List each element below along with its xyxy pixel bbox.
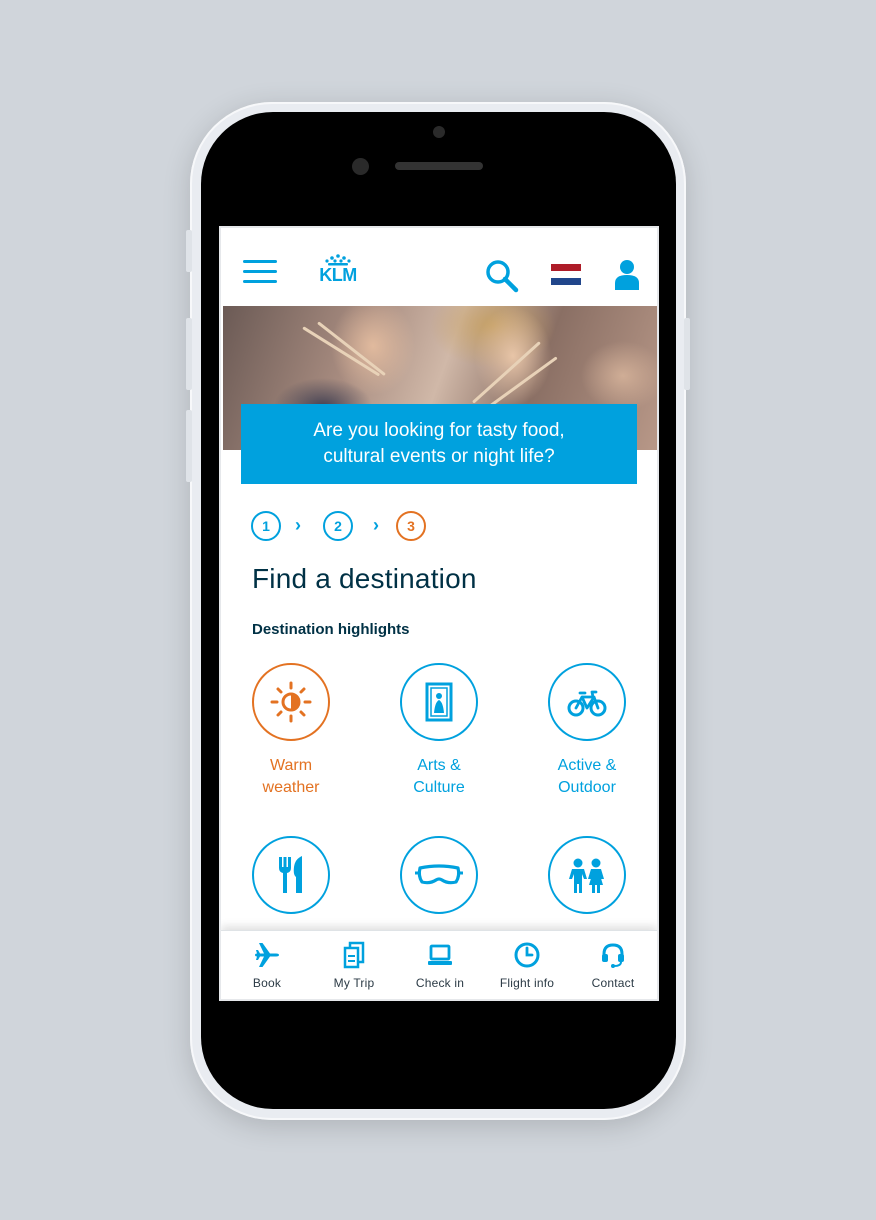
search-icon bbox=[486, 260, 519, 293]
highlight-family[interactable] bbox=[522, 836, 652, 914]
chopstick bbox=[487, 356, 558, 409]
highlight-arts-culture[interactable]: Arts & Culture bbox=[374, 663, 504, 799]
highlight-icon-circle bbox=[400, 663, 478, 741]
highlight-label-line-2: Culture bbox=[413, 779, 465, 796]
cutlery-icon bbox=[279, 856, 302, 893]
documents-icon bbox=[343, 941, 365, 969]
app-header: KLM bbox=[221, 228, 657, 306]
chevron-right-icon: › bbox=[295, 515, 301, 535]
highlight-label: Arts & Culture bbox=[374, 755, 504, 799]
highlight-icon-circle bbox=[548, 836, 626, 914]
tab-check-in[interactable]: Check in bbox=[396, 941, 484, 990]
tab-contact[interactable]: Contact bbox=[569, 941, 657, 990]
flag-stripe-white bbox=[551, 271, 581, 278]
highlight-icon-circle bbox=[252, 663, 330, 741]
highlight-food[interactable] bbox=[226, 836, 356, 914]
highlight-label-line-1: Warm bbox=[269, 757, 313, 774]
tab-label: Book bbox=[252, 976, 282, 990]
hero-banner: Are you looking for tasty food, cultural… bbox=[241, 404, 637, 484]
highlight-warm-weather[interactable]: Warm weather bbox=[226, 663, 356, 799]
page-title: Find a destination bbox=[252, 563, 477, 594]
hamburger-icon-line bbox=[243, 270, 277, 273]
hamburger-icon-line bbox=[243, 260, 277, 263]
highlight-active-outdoor[interactable]: Active & Outdoor bbox=[522, 663, 652, 799]
tab-my-trip[interactable]: My Trip bbox=[310, 941, 398, 990]
hero-banner-line-1: Are you looking for tasty food, bbox=[313, 420, 565, 441]
chevron-right-icon: › bbox=[373, 515, 379, 535]
front-camera bbox=[433, 126, 445, 138]
phone-power-button bbox=[684, 318, 690, 390]
menu-button[interactable] bbox=[243, 260, 277, 286]
family-icon bbox=[569, 858, 604, 893]
phone-volume-down bbox=[186, 410, 192, 482]
step-1[interactable]: 1 bbox=[251, 511, 281, 541]
logo-text: KLM bbox=[319, 265, 357, 285]
progress-stepper: 1 › 2 › 3 bbox=[251, 511, 471, 543]
step-2[interactable]: 2 bbox=[323, 511, 353, 541]
clock-icon bbox=[514, 942, 540, 968]
highlight-icon-circle bbox=[400, 836, 478, 914]
hero-banner-line-2: cultural events or night life? bbox=[323, 446, 555, 467]
search-button[interactable] bbox=[485, 259, 519, 293]
highlight-label-line-2: Outdoor bbox=[558, 779, 616, 796]
flag-stripe-blue bbox=[551, 278, 581, 285]
tab-flight-info[interactable]: Flight info bbox=[483, 941, 571, 990]
highlight-label-line-1: Active & bbox=[557, 757, 617, 774]
tab-book[interactable]: Book bbox=[223, 941, 311, 990]
account-button[interactable] bbox=[614, 259, 640, 291]
bottom-tab-bar: Book My Trip Check in Flight info Contac… bbox=[221, 930, 657, 999]
painting-icon bbox=[425, 682, 453, 722]
tab-label: My Trip bbox=[333, 976, 375, 990]
bicycle-icon bbox=[567, 690, 607, 717]
proximity-sensor bbox=[352, 158, 369, 175]
step-3[interactable]: 3 bbox=[396, 511, 426, 541]
highlight-label: Warm weather bbox=[226, 755, 356, 799]
highlight-icon-circle bbox=[548, 663, 626, 741]
chopstick bbox=[317, 321, 386, 377]
phone-mute-switch bbox=[186, 230, 192, 272]
highlight-label-line-2: weather bbox=[262, 779, 320, 796]
app-screen: KLM Are you looking for tasty food, cult… bbox=[219, 226, 659, 1001]
chopstick bbox=[302, 326, 381, 377]
highlight-label: Active & Outdoor bbox=[522, 755, 652, 799]
airplane-icon bbox=[255, 943, 279, 967]
section-title: Destination highlights bbox=[252, 621, 410, 638]
hamburger-icon-line bbox=[243, 280, 277, 283]
klm-logo[interactable]: KLM bbox=[311, 254, 365, 288]
earpiece-speaker bbox=[395, 162, 483, 170]
highlight-winter-sports[interactable] bbox=[374, 836, 504, 914]
sun-icon bbox=[270, 681, 312, 723]
phone-volume-up bbox=[186, 318, 192, 390]
highlight-label-line-1: Arts & bbox=[417, 757, 461, 774]
language-flag-button[interactable] bbox=[551, 264, 581, 285]
tab-label: Flight info bbox=[499, 976, 555, 990]
headset-icon bbox=[602, 943, 624, 968]
tab-label: Check in bbox=[415, 976, 465, 990]
user-icon bbox=[615, 260, 639, 290]
tab-label: Contact bbox=[591, 976, 635, 990]
laptop-icon bbox=[428, 944, 452, 965]
ski-goggles-icon bbox=[415, 864, 463, 885]
highlight-icon-circle bbox=[252, 836, 330, 914]
flag-stripe-red bbox=[551, 264, 581, 271]
